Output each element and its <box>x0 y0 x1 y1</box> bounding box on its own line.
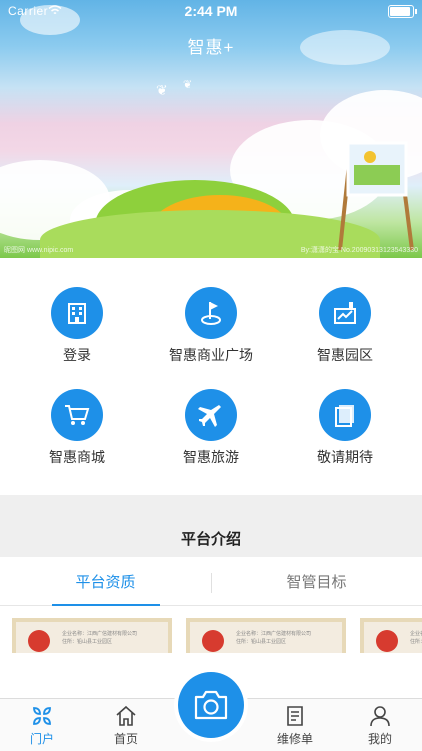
certificate-card[interactable]: 企业名称：江西广信建材有限公司 住所：铅山县工业园区 <box>360 618 422 653</box>
certificate-card[interactable]: 企业名称：江西广信建材有限公司 住所：铅山县工业园区 <box>12 618 172 653</box>
certificate-company: 企业名称：江西广信建材有限公司 <box>236 631 312 637</box>
document-icon <box>287 706 303 726</box>
menu-item-login[interactable]: 登录 <box>7 287 147 365</box>
intro-tabs: 平台资质 智管目标 <box>0 561 422 606</box>
certificate-address: 住所：铅山县工业园区 <box>410 639 422 645</box>
tab-platform-qualification[interactable]: 平台资质 <box>0 561 211 606</box>
tab-label: 智管目标 <box>286 574 347 591</box>
watermark-left: 昵图网 www.nipic.com <box>4 247 74 254</box>
easel-illustration <box>338 141 414 251</box>
menu-label: 智惠商城 <box>49 449 105 465</box>
menu-item-park[interactable]: 智惠园区 <box>275 287 415 365</box>
section-title: 平台介绍 <box>180 531 241 548</box>
home-icon <box>116 705 136 726</box>
shopping-cart-icon <box>51 389 103 441</box>
menu-grid: 登录 智惠商业广场 智惠园区 智惠商城 智惠旅游 敬请期待 <box>0 272 422 482</box>
airplane-icon <box>185 389 237 441</box>
tab-management-goals[interactable]: 智管目标 <box>211 561 422 605</box>
menu-label: 敬请期待 <box>317 449 373 465</box>
certificate-card[interactable]: 企业名称：江西广信建材有限公司 住所：铅山县工业园区 <box>186 618 346 653</box>
national-emblem-icon <box>376 630 398 652</box>
camera-button[interactable] <box>178 672 244 738</box>
tabbar-portal[interactable]: 门户 <box>7 704 77 747</box>
status-bar: Carrier 2:44 PM <box>0 0 422 22</box>
menu-label: 智惠商业广场 <box>169 347 253 363</box>
building-icon <box>51 287 103 339</box>
tabbar-label: 维修单 <box>276 732 313 746</box>
national-emblem-icon <box>28 630 50 652</box>
certificate-address: 住所：铅山县工业园区 <box>62 639 113 645</box>
menu-label: 登录 <box>63 347 91 363</box>
user-icon <box>370 706 390 727</box>
tabbar-label: 门户 <box>29 732 54 746</box>
tab-active-indicator <box>52 604 160 606</box>
tabbar-home[interactable]: 首页 <box>91 704 161 747</box>
tabbar-label: 首页 <box>113 732 138 746</box>
menu-label: 智惠园区 <box>317 347 373 363</box>
golf-flag-icon <box>185 287 237 339</box>
factory-icon <box>319 287 371 339</box>
tabbar-repair-orders[interactable]: 维修单 <box>260 704 330 747</box>
watermark-right: By:潇潇的宝 No.20090313123543330 <box>300 247 418 254</box>
portal-grid-icon <box>33 707 51 725</box>
butterfly-icon: ❦ <box>183 79 193 91</box>
battery-icon <box>388 5 417 18</box>
certificate-company: 企业名称：江西广信建材有限公司 <box>410 631 422 637</box>
butterfly-icon: ❦ <box>156 82 168 98</box>
certificate-address: 住所：铅山县工业园区 <box>236 639 287 645</box>
menu-label: 智惠旅游 <box>183 449 239 465</box>
menu-item-mall[interactable]: 智惠商城 <box>7 389 147 467</box>
app-title: 智惠+ <box>187 38 235 57</box>
tabbar-profile[interactable]: 我的 <box>345 704 415 747</box>
menu-item-travel[interactable]: 智惠旅游 <box>141 389 281 467</box>
tab-label: 平台资质 <box>75 574 136 591</box>
certificate-company: 企业名称：江西广信建材有限公司 <box>62 631 138 637</box>
national-emblem-icon <box>202 630 224 652</box>
hero-banner: ❦ ❦ Carrier 2:44 PM 智惠+ 昵图网 www.nipic.co… <box>0 0 422 258</box>
tabbar-label: 我的 <box>367 732 392 746</box>
stacked-pages-icon <box>319 389 371 441</box>
menu-item-commercial-plaza[interactable]: 智惠商业广场 <box>141 287 281 365</box>
status-time: 2:44 PM <box>184 3 238 19</box>
menu-item-coming-soon[interactable]: 敬请期待 <box>275 389 415 467</box>
camera-icon <box>194 690 228 720</box>
certificate-carousel[interactable]: 企业名称：江西广信建材有限公司 住所：铅山县工业园区 企业名称：江西广信建材有限… <box>0 608 422 653</box>
